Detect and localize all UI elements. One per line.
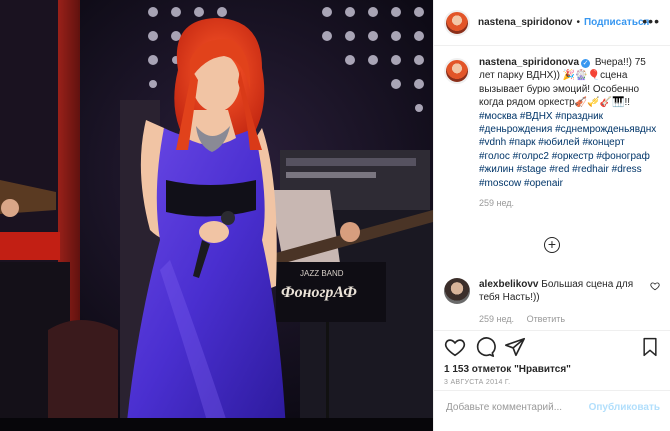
hashtag-link[interactable]: #жилин	[479, 164, 514, 175]
likes-label: отметок	[469, 364, 515, 375]
likes-quote: "Нравится"	[514, 364, 571, 375]
hashtag-link[interactable]: #голос	[479, 151, 510, 162]
add-comment-bar: Опубликовать	[434, 390, 670, 423]
follow-button[interactable]: Подписаться	[584, 17, 649, 28]
author-username[interactable]: nastena_spiridonov	[478, 17, 572, 28]
likes-number: 1 153	[444, 364, 470, 375]
post-header: nastena_spiridonov • Подписаться •••	[434, 0, 670, 46]
hashtag-link[interactable]: #red	[549, 164, 569, 175]
author-avatar[interactable]	[444, 9, 470, 36]
concert-photo: JAZZ BAND ФоногрАФ	[0, 0, 433, 431]
hashtag-link[interactable]: #stage	[517, 164, 547, 175]
hashtag-link[interactable]: #dress	[612, 164, 642, 175]
caption-body: nastena_spiridonova ✓ Вчера!!) 75 лет пар…	[479, 56, 658, 210]
caption: nastena_spiridonova ✓ Вчера!!) 75 лет пар…	[434, 56, 670, 210]
comment-icon[interactable]	[474, 336, 496, 358]
hashtag-link[interactable]: #сднемрожденьявднх	[555, 124, 656, 135]
hashtag-link[interactable]: #праздник	[555, 111, 603, 122]
likes-count[interactable]: 1 153 отметок "Нравится"	[444, 364, 571, 375]
heart-icon[interactable]	[444, 336, 466, 358]
hashtag-link[interactable]: #деньрождения	[479, 124, 552, 135]
publish-button[interactable]: Опубликовать	[589, 402, 660, 413]
hashtag-link[interactable]: #москва	[479, 111, 517, 122]
post-date: 3 АВГУСТА 2014 Г.	[444, 379, 511, 386]
band-logo-top: JAZZ BAND	[300, 269, 344, 278]
comment-input[interactable]	[444, 400, 589, 414]
caption-username[interactable]: nastena_spiridonova	[479, 57, 579, 68]
post-photo[interactable]: JAZZ BAND ФоногрАФ	[0, 0, 433, 431]
comment-time: 259 нед.	[479, 314, 515, 324]
comment-reply-button[interactable]: Ответить	[527, 314, 565, 324]
hashtag-link[interactable]: #openair	[524, 178, 563, 189]
caption-time: 259 нед.	[479, 198, 515, 209]
hashtag-link[interactable]: #юбилей	[538, 137, 579, 148]
comment-body: alexbelikovv Большая сцена для тебя Наст…	[479, 278, 649, 305]
commenter-username[interactable]: alexbelikovv	[479, 279, 538, 290]
share-icon[interactable]	[504, 336, 526, 358]
post-panel: nastena_spiridonov • Подписаться ••• nas…	[433, 0, 670, 431]
commenter-avatar[interactable]	[444, 278, 470, 304]
actions-section: 1 153 отметок "Нравится" 3 АВГУСТА 2014 …	[434, 330, 670, 423]
band-logo: ФоногрАФ	[281, 284, 357, 301]
hashtag-link[interactable]: #vdnh	[479, 137, 506, 148]
hashtag-link[interactable]: #оркестр	[552, 151, 594, 162]
bookmark-icon[interactable]	[640, 336, 660, 358]
hashtag-link[interactable]: #ВДНХ	[520, 111, 553, 122]
hashtag-link[interactable]: #голрс2	[513, 151, 549, 162]
hashtag-link[interactable]: #redhair	[572, 164, 609, 175]
comments-section: nastena_spiridonova ✓ Вчера!!) 75 лет пар…	[434, 56, 670, 324]
caption-hashtags: #москва #ВДНХ #праздник #деньрождения #с…	[479, 111, 656, 189]
comment-item: alexbelikovv Большая сцена для тебя Наст…	[444, 278, 660, 305]
comment-meta: 259 нед. Ответить	[479, 314, 575, 324]
plus-circle-icon[interactable]: +	[544, 237, 560, 253]
hashtag-link[interactable]: #парк	[509, 137, 535, 148]
hashtag-link[interactable]: #концерт	[582, 137, 624, 148]
hashtag-link[interactable]: #фонограф	[596, 151, 649, 162]
comment-heart-icon[interactable]	[650, 281, 660, 291]
more-icon[interactable]: •••	[642, 13, 660, 29]
separator-dot: •	[576, 17, 580, 28]
hashtag-link[interactable]: #moscow	[479, 178, 521, 189]
verified-icon: ✓	[581, 59, 591, 68]
action-icons	[444, 336, 660, 358]
caption-avatar[interactable]	[444, 58, 470, 84]
